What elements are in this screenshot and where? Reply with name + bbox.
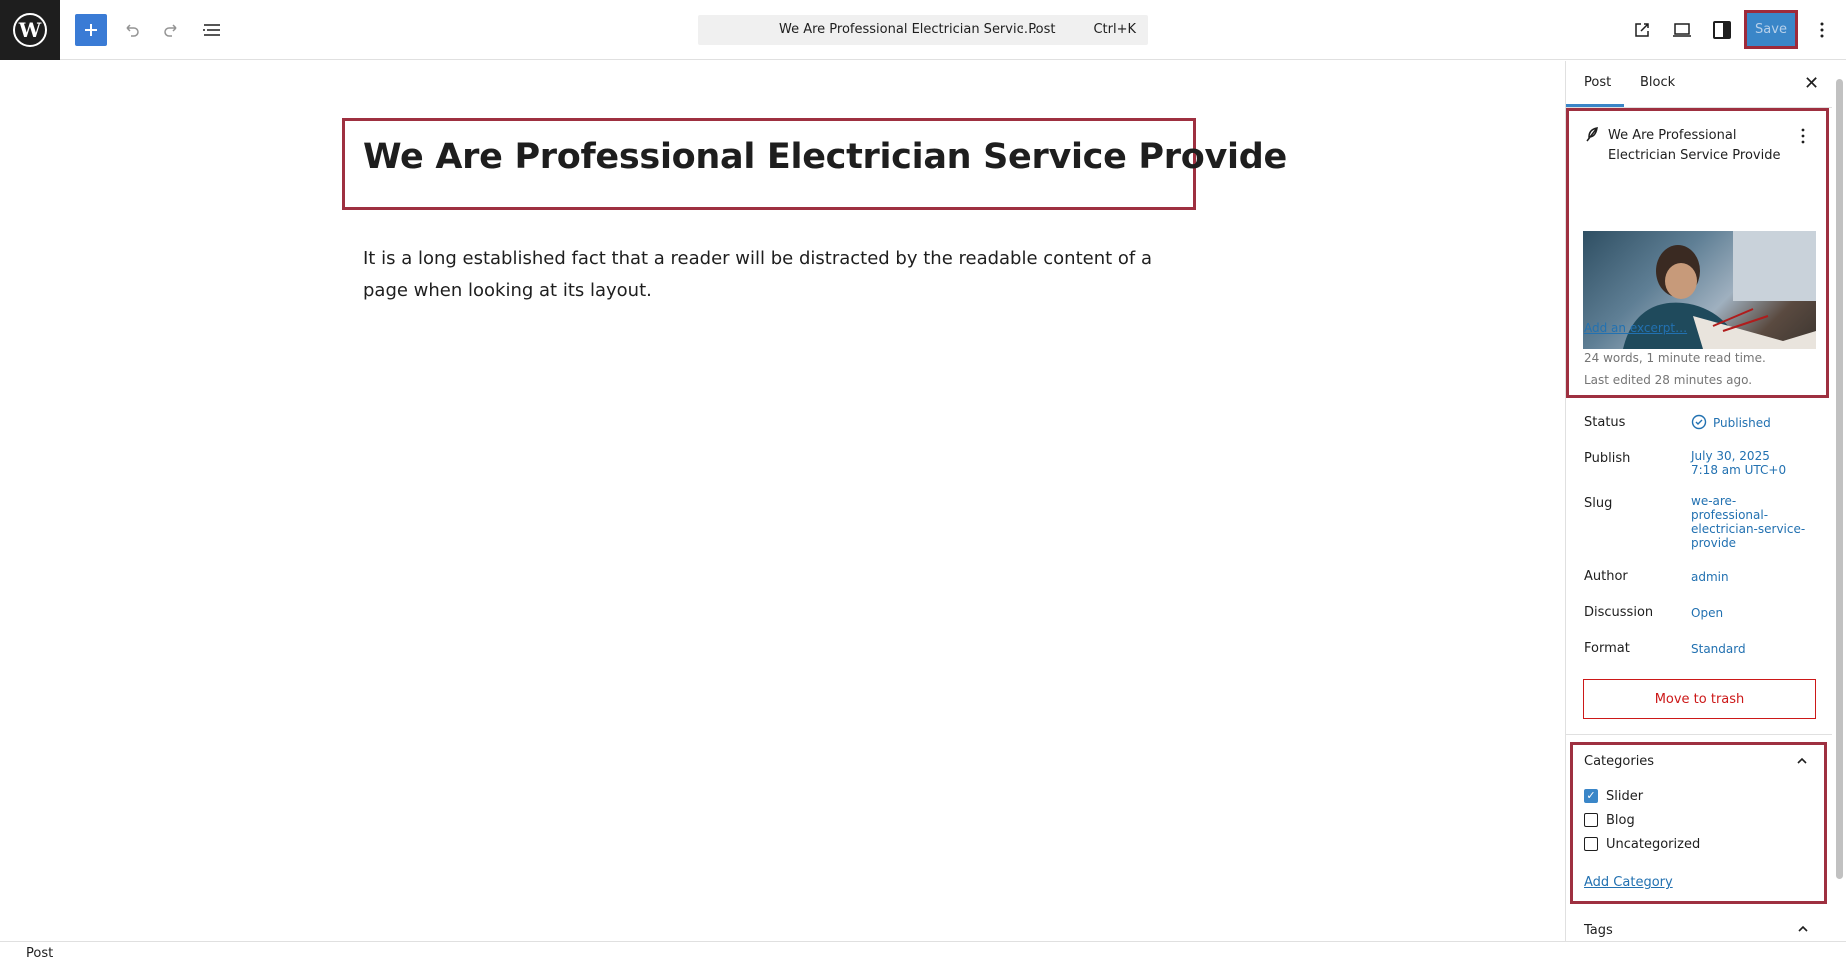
format-value[interactable]: Standard [1691, 642, 1746, 656]
settings-sidebar: Post Block ✕ We Are Professional Electri… [1565, 61, 1846, 941]
category-checkbox-slider[interactable]: ✓ [1584, 789, 1598, 803]
save-button[interactable]: Save [1744, 10, 1798, 49]
device-preview-icon[interactable] [1664, 12, 1700, 48]
discussion-label: Discussion [1584, 605, 1654, 620]
command-palette-bar[interactable]: We Are Professional Electrician Servic… … [698, 15, 1148, 45]
slug-value[interactable]: we-are- professional- electrician-servic… [1691, 494, 1805, 550]
panel-divider [1566, 734, 1832, 735]
category-label-blog: Blog [1606, 813, 1635, 828]
categories-panel: Categories ✓ Slider Blog Uncategorized A… [1570, 742, 1827, 904]
category-checkbox-uncategorized[interactable] [1584, 837, 1598, 851]
category-label-uncategorized: Uncategorized [1606, 837, 1701, 852]
chevron-up-icon[interactable] [1797, 923, 1809, 935]
tab-post[interactable]: Post [1584, 75, 1611, 90]
redo-icon[interactable] [153, 12, 189, 48]
close-icon[interactable]: ✕ [1804, 73, 1819, 94]
slug-label: Slug [1584, 496, 1613, 511]
view-post-icon[interactable] [1624, 12, 1660, 48]
undo-icon[interactable] [114, 12, 150, 48]
editor-header: W We Are Professional Electrician Servic… [0, 0, 1846, 60]
slug-line: provide [1691, 536, 1737, 550]
sidebar-tabs: Post Block ✕ [1566, 61, 1832, 108]
slug-line: electrician-service- [1691, 522, 1806, 536]
move-to-trash-button[interactable]: Move to trash [1583, 679, 1816, 719]
svg-text:W: W [18, 18, 42, 42]
post-paragraph[interactable]: It is a long established fact that a rea… [363, 243, 1183, 307]
word-count-text: 24 words, 1 minute read time. [1584, 351, 1766, 365]
slug-line: professional- [1691, 508, 1769, 522]
author-label: Author [1584, 569, 1628, 584]
format-label: Format [1584, 641, 1630, 656]
slug-line: we-are- [1691, 494, 1737, 508]
publish-time: 7:18 am UTC+0 [1691, 463, 1787, 477]
command-bar-type: · Post [1020, 22, 1056, 37]
sidebar-post-title: We Are Professional Electrician Service … [1608, 128, 1781, 163]
block-breadcrumb-bar: Post [0, 941, 1846, 966]
post-actions-icon[interactable] [1800, 128, 1806, 144]
post-title[interactable]: We Are Professional Electrician Service … [363, 137, 1287, 177]
add-excerpt-link[interactable]: Add an excerpt… [1584, 321, 1687, 335]
discussion-value[interactable]: Open [1691, 606, 1723, 620]
author-value[interactable]: admin [1691, 570, 1729, 584]
category-label-slider: Slider [1606, 789, 1644, 804]
wordpress-logo-icon[interactable]: W [0, 0, 60, 60]
last-edited-text: Last edited 28 minutes ago. [1584, 373, 1753, 387]
command-bar-shortcut: Ctrl+K [1093, 22, 1136, 37]
category-checkbox-blog[interactable] [1584, 813, 1598, 827]
tab-post-indicator [1566, 104, 1624, 107]
post-feather-icon [1586, 127, 1598, 142]
options-menu-icon[interactable] [1804, 12, 1840, 48]
status-label: Status [1584, 415, 1626, 430]
publish-date-value[interactable]: July 30, 2025 7:18 am UTC+0 [1691, 449, 1786, 477]
settings-panel-toggle-icon[interactable] [1704, 12, 1740, 48]
publish-label: Publish [1584, 451, 1631, 466]
publish-date: July 30, 2025 [1691, 449, 1770, 463]
add-block-button[interactable] [75, 14, 107, 46]
categories-title[interactable]: Categories [1584, 754, 1654, 769]
chevron-up-icon[interactable] [1796, 755, 1808, 767]
post-summary-panel: We Are Professional Electrician Service … [1566, 108, 1829, 398]
document-overview-icon[interactable] [194, 12, 230, 48]
tab-block[interactable]: Block [1640, 75, 1675, 90]
add-category-link[interactable]: Add Category [1584, 875, 1673, 890]
published-check-icon [1691, 414, 1707, 430]
tags-title[interactable]: Tags [1584, 923, 1613, 938]
breadcrumb-post[interactable]: Post [26, 946, 53, 961]
command-bar-title: We Are Professional Electrician Servic… [779, 22, 1037, 37]
status-value[interactable]: Published [1713, 416, 1771, 430]
scrollbar-thumb[interactable] [1836, 79, 1843, 879]
sidebar-scrollbar[interactable] [1832, 61, 1846, 941]
